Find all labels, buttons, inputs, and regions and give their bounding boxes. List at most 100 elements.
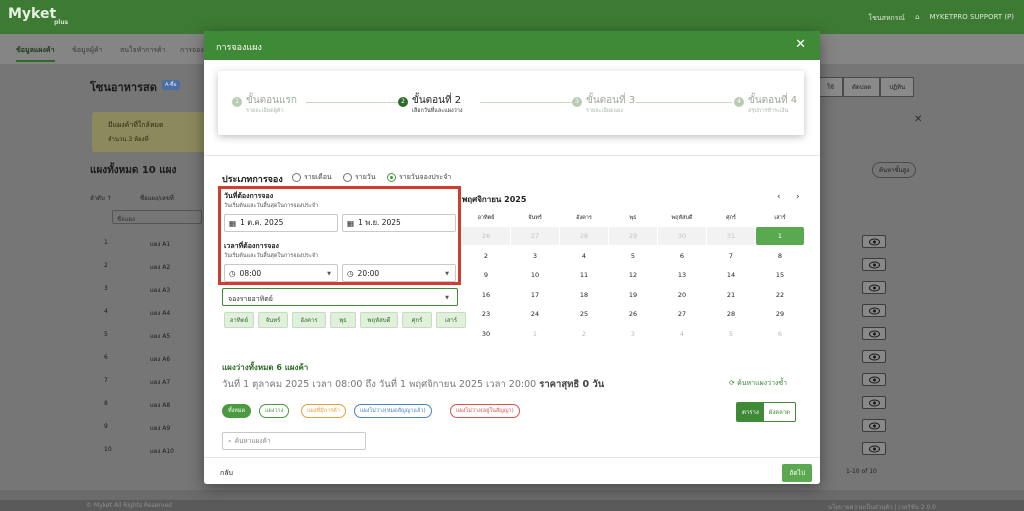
calendar-day[interactable]: 23 xyxy=(462,305,510,323)
view-btn-2[interactable]: ตัดปลด xyxy=(843,77,881,97)
view-eye-button[interactable] xyxy=(862,373,886,386)
app-logo[interactable]: Myket plus xyxy=(8,6,68,26)
tab-interested[interactable]: สนใจทำการค้า xyxy=(120,45,166,56)
calendar-day[interactable]: 6 xyxy=(658,247,706,265)
view-eye-button[interactable] xyxy=(862,304,886,317)
calendar-day[interactable]: 10 xyxy=(511,266,559,284)
calendar-day[interactable]: 11 xyxy=(560,266,608,284)
tab-vendor-info[interactable]: ข้อมูลผู้ค้า xyxy=(72,45,103,56)
map-view-button[interactable]: ผังตลาด xyxy=(764,403,795,421)
calendar-day[interactable]: 20 xyxy=(658,286,706,304)
calendar-day[interactable]: 5 xyxy=(707,325,755,343)
filter-chip[interactable]: แผงไม่ว่าง(หมดสัญญาแล้ว) xyxy=(354,404,432,418)
view-eye-button[interactable] xyxy=(862,350,886,363)
view-eye-button[interactable] xyxy=(862,327,886,340)
stall-filter-input[interactable]: ชื่อแผง xyxy=(112,210,202,224)
calendar-day[interactable]: 17 xyxy=(511,286,559,304)
back-button[interactable]: กลับ xyxy=(220,468,233,479)
calendar-day[interactable]: 28 xyxy=(707,305,755,323)
view-btn-3[interactable]: ปฏิทิน xyxy=(880,77,915,97)
stall-search-input[interactable]: ⌕ ค้นหาแผงค้า xyxy=(222,432,366,450)
eye-icon xyxy=(868,353,880,360)
end-date-input[interactable]: ▦ 1 พ.ย. 2025 xyxy=(342,214,456,232)
advanced-search-button[interactable]: ค้นหาขั้นสูง xyxy=(872,162,917,178)
day-button[interactable]: พุธ xyxy=(330,312,356,328)
calendar-day[interactable]: 22 xyxy=(756,286,804,304)
calendar-day[interactable]: 4 xyxy=(658,325,706,343)
eye-icon xyxy=(868,330,880,337)
booking-type-label: ประเภทการจอง xyxy=(222,175,283,185)
calendar-day[interactable]: 6 xyxy=(756,325,804,343)
end-time-select[interactable]: ◷ 20:00 ▼ xyxy=(342,264,456,282)
view-btn-1[interactable]: ใช้ xyxy=(818,77,844,97)
calendar-day[interactable]: 3 xyxy=(511,247,559,265)
filter-chip[interactable]: แผงที่มีการค้า xyxy=(301,404,346,418)
radio-recurring-daily[interactable]: รายวันจองประจำ xyxy=(387,172,451,183)
calendar-day[interactable]: 2 xyxy=(560,325,608,343)
user-menu[interactable]: MYKETPRO SUPPORT (P) xyxy=(930,13,1014,24)
view-eye-button[interactable] xyxy=(862,442,886,455)
home-icon[interactable]: ⌂ xyxy=(915,13,919,24)
table-view-button[interactable]: ตาราง xyxy=(737,403,764,421)
calendar-day[interactable]: 7 xyxy=(707,247,755,265)
day-button[interactable]: จันทร์ xyxy=(258,312,288,328)
col-zone[interactable]: ชื่อแผง/เลขที่ xyxy=(140,193,174,203)
calendar-day[interactable]: 30 xyxy=(462,325,510,343)
filter-chip[interactable]: แผงว่าง xyxy=(259,404,290,418)
calendar-day[interactable]: 31 xyxy=(707,227,755,245)
calendar-day[interactable]: 27 xyxy=(511,227,559,245)
calendar-next-icon[interactable]: › xyxy=(796,192,800,202)
radio-daily[interactable]: รายวัน xyxy=(343,172,376,183)
view-eye-button[interactable] xyxy=(862,258,886,271)
tab-booking[interactable]: การจอง xyxy=(180,45,204,56)
calendar-day[interactable]: 12 xyxy=(609,266,657,284)
view-eye-button[interactable] xyxy=(862,235,886,248)
calendar-day[interactable]: 19 xyxy=(609,286,657,304)
view-eye-button[interactable] xyxy=(862,419,886,432)
calendar-day[interactable]: 8 xyxy=(756,247,804,265)
banner-close-icon[interactable]: ✕ xyxy=(914,114,922,125)
calendar-day[interactable]: 30 xyxy=(658,227,706,245)
calendar-day[interactable]: 14 xyxy=(707,266,755,284)
col-order[interactable]: ลำดับ ↑ xyxy=(90,193,112,203)
close-icon[interactable]: ✕ xyxy=(795,37,806,52)
filter-chip[interactable]: แผงไม่ว่าง(อยู่ในสัญญา) xyxy=(450,404,520,418)
step-line xyxy=(480,102,572,103)
calendar-day[interactable]: 4 xyxy=(560,247,608,265)
calendar-day[interactable]: 2 xyxy=(462,247,510,265)
calendar-day[interactable]: 9 xyxy=(462,266,510,284)
calendar-day[interactable]: 25 xyxy=(560,305,608,323)
view-eye-button[interactable] xyxy=(862,281,886,294)
calendar-prev-icon[interactable]: ‹ xyxy=(777,192,781,202)
view-eye-button[interactable] xyxy=(862,396,886,409)
day-button[interactable]: อาทิตย์ xyxy=(224,312,254,328)
calendar-day[interactable]: 5 xyxy=(609,247,657,265)
next-button[interactable]: ถัดไป xyxy=(782,464,812,482)
radio-monthly[interactable]: รายเดือน xyxy=(292,172,332,183)
weekly-dropdown[interactable]: จองรายอาทิตย์ ▼ xyxy=(222,288,458,306)
calendar-day[interactable]: 28 xyxy=(560,227,608,245)
calendar-day[interactable]: 29 xyxy=(756,305,804,323)
calendar-day[interactable]: 24 xyxy=(511,305,559,323)
calendar-day[interactable]: 1 xyxy=(756,227,804,245)
calendar-day[interactable]: 26 xyxy=(609,305,657,323)
calendar-day[interactable]: 26 xyxy=(462,227,510,245)
day-button[interactable]: ศุกร์ xyxy=(402,312,432,328)
refresh-search-button[interactable]: ⟳ ค้นหาแผงว่างซ้ำ xyxy=(729,378,787,389)
calendar-day[interactable]: 13 xyxy=(658,266,706,284)
filter-chip[interactable]: ทั้งหมด xyxy=(222,404,252,418)
calendar-day[interactable]: 16 xyxy=(462,286,510,304)
tab-stall-info[interactable]: ข้อมูลแผงค้า xyxy=(16,45,55,62)
start-date-input[interactable]: ▦ 1 ต.ค. 2025 xyxy=(224,214,338,232)
calendar-day[interactable]: 18 xyxy=(560,286,608,304)
calendar-day[interactable]: 15 xyxy=(756,266,804,284)
calendar-day[interactable]: 3 xyxy=(609,325,657,343)
calendar-day[interactable]: 29 xyxy=(609,227,657,245)
calendar-day[interactable]: 1 xyxy=(511,325,559,343)
news-link[interactable]: โชนสหกรณ์ xyxy=(868,13,905,24)
start-time-select[interactable]: ◷ 08:00 ▼ xyxy=(224,264,338,282)
calendar-day[interactable]: 27 xyxy=(658,305,706,323)
day-button[interactable]: อังคาร xyxy=(292,312,326,328)
day-button[interactable]: พฤหัสบดี xyxy=(360,312,398,328)
calendar-day[interactable]: 21 xyxy=(707,286,755,304)
